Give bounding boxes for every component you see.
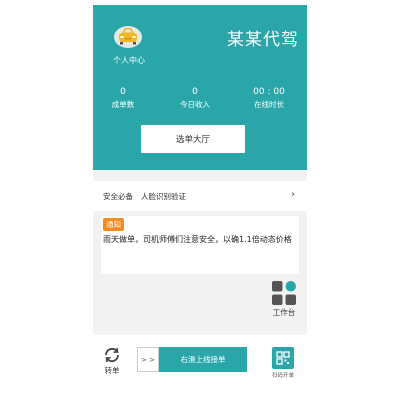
stat-income: 0 今日收入 xyxy=(165,86,225,111)
face-verify-row[interactable]: 安全必备 人脸识别验证 › xyxy=(93,181,307,211)
qr-code-icon xyxy=(272,347,294,369)
brand-title: 某某代驾 xyxy=(227,30,299,50)
header: 个人中心 某某代驾 0 成单数 0 今日收入 00 : 00 在线时长 选单大厅 xyxy=(93,5,307,170)
scan-label: 扫码开单 xyxy=(271,373,294,379)
notice-text: 雨天做单，司机师傅们注意安全，以确1.1倍动态价格 xyxy=(103,235,292,244)
slider-label: 右滑上线接单 xyxy=(180,355,226,364)
profile-center-link[interactable]: 个人中心 xyxy=(107,55,151,66)
phone-screen: 个人中心 某某代驾 0 成单数 0 今日收入 00 : 00 在线时长 选单大厅… xyxy=(93,5,307,395)
order-hall-button[interactable]: 选单大厅 xyxy=(141,125,245,153)
workbench-grid-icon xyxy=(272,281,296,305)
slider-handle[interactable]: > > xyxy=(137,347,159,372)
bottom-bar: 转单 > > 右滑上线接单 扫码开单 xyxy=(93,335,307,395)
stat-online-time-value: 00 : 00 xyxy=(253,87,285,97)
workbench-label: 工作台 xyxy=(272,308,296,317)
verify-tag: 安全必备 xyxy=(103,191,133,201)
car-avatar-icon[interactable] xyxy=(113,23,143,49)
stat-online-time: 00 : 00 在线时长 xyxy=(239,86,299,111)
stat-orders-label: 成单数 xyxy=(111,100,135,109)
stat-income-value: 0 xyxy=(192,87,198,97)
verify-text: 人脸识别验证 xyxy=(141,191,186,201)
stat-income-label: 今日收入 xyxy=(180,100,210,109)
go-online-slider[interactable]: > > 右滑上线接单 xyxy=(137,347,247,372)
notice-card: 通知 雨天做单，司机师傅们注意安全，以确1.1倍动态价格 xyxy=(101,216,299,274)
stat-orders-value: 0 xyxy=(120,87,126,97)
chevron-right-icon: › xyxy=(291,189,295,200)
transfer-label: 转单 xyxy=(104,366,120,375)
stat-online-time-label: 在线时长 xyxy=(254,100,284,109)
refresh-icon xyxy=(105,347,119,363)
stat-orders: 0 成单数 xyxy=(93,86,153,111)
notice-badge: 通知 xyxy=(103,218,124,231)
